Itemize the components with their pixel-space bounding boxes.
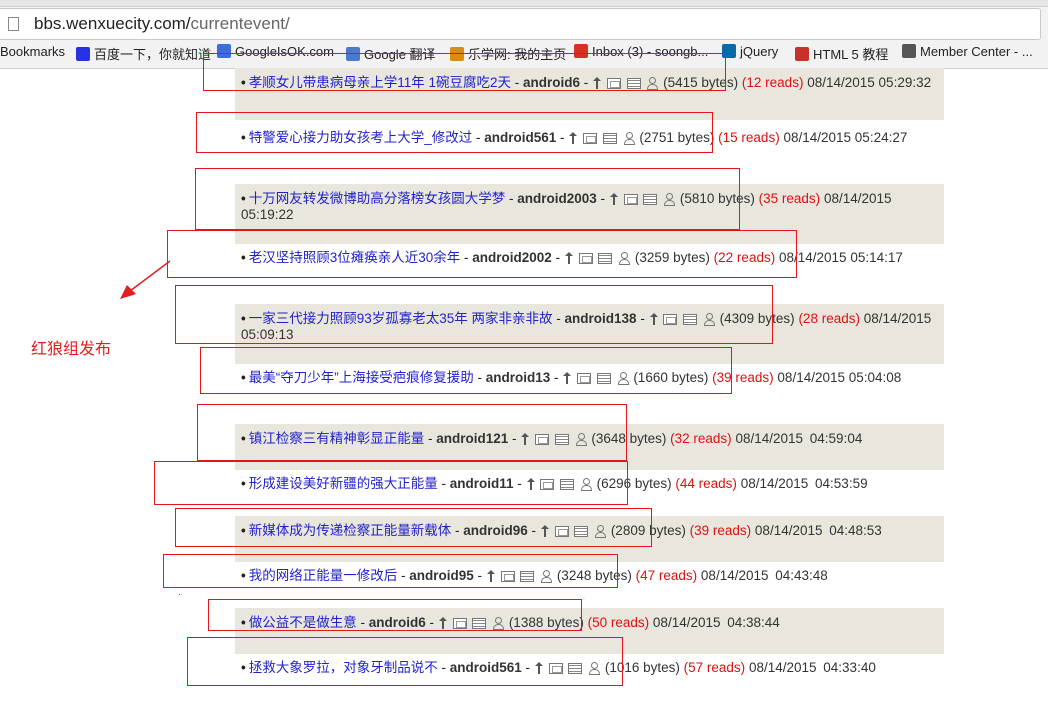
annotation-box bbox=[175, 508, 652, 547]
post-time: 05:14:17 bbox=[850, 250, 903, 265]
post-date: 08/14/2015 bbox=[700, 568, 769, 583]
annotation-box bbox=[196, 112, 713, 153]
annotation-box bbox=[200, 347, 732, 394]
annotation-box bbox=[187, 637, 623, 686]
bookmark-label: jQuery bbox=[740, 44, 779, 59]
stray-mark bbox=[179, 594, 180, 595]
post-date: 08/14/2015 bbox=[807, 75, 875, 90]
post-date: 08/14/2015 bbox=[652, 615, 721, 630]
apple-icon bbox=[902, 44, 916, 58]
post-time: 05:24:27 bbox=[854, 130, 908, 145]
post-time: 04:59:04 bbox=[809, 431, 863, 446]
bookmark-item[interactable]: jQuery bbox=[722, 44, 778, 59]
url-host: bbs.wenxuecity.com/ bbox=[34, 14, 191, 33]
bookmark-item[interactable]: 百度一下，你就知道 bbox=[76, 44, 211, 63]
post-reads: (12 reads) bbox=[741, 75, 804, 90]
bookmark-item[interactable]: Member Center - ... bbox=[902, 44, 1033, 59]
post-list: • 孝顺女儿带患病母亲上学11年 1碗豆腐吃2天 - android6 - (54… bbox=[0, 53, 1048, 701]
annotation-arrow-icon bbox=[120, 260, 171, 299]
url-path: currentevent/ bbox=[190, 14, 290, 33]
annotation-box bbox=[167, 230, 797, 278]
bookmark-item[interactable]: Bookmarks bbox=[0, 44, 65, 59]
post-reads: (50 reads) bbox=[587, 615, 650, 630]
post-reads: (44 reads) bbox=[675, 476, 737, 491]
post-date: 08/14/2015 bbox=[754, 523, 823, 538]
annotation-box bbox=[163, 554, 618, 588]
w3school-icon bbox=[795, 47, 809, 61]
post-date: 08/14/2015 bbox=[740, 476, 809, 491]
post-date: 08/14/2015 bbox=[735, 431, 804, 446]
post-time: 05:29:32 bbox=[878, 75, 932, 90]
bookmark-label: 百度一下，你就知道 bbox=[94, 47, 212, 62]
post-date: 08/14/2015 bbox=[777, 370, 845, 385]
post-reads: (57 reads) bbox=[683, 660, 746, 675]
post-time: 04:53:59 bbox=[815, 476, 868, 491]
annotation-box bbox=[195, 168, 740, 230]
annotation-label: 红狼组发布 bbox=[31, 339, 112, 358]
post-reads: (28 reads) bbox=[798, 311, 860, 326]
post-date: 08/14/2015 bbox=[748, 660, 817, 675]
bookmark-item[interactable]: HTML 5 教程 bbox=[795, 44, 888, 63]
post-reads: (39 reads) bbox=[689, 523, 752, 538]
address-bar[interactable]: bbs.wenxuecity.com/currentevent/ bbox=[0, 8, 1041, 40]
post-date: 08/14/2015 bbox=[823, 191, 892, 206]
annotation-box bbox=[154, 461, 628, 505]
post-time: 04:48:53 bbox=[829, 523, 882, 538]
post-date: 08/14/2015 bbox=[863, 311, 932, 326]
post-reads: (35 reads) bbox=[758, 191, 821, 206]
post-reads: (15 reads) bbox=[718, 130, 780, 145]
post-time: 04:43:48 bbox=[775, 568, 828, 583]
tab-strip bbox=[0, 0, 1048, 7]
annotation-box bbox=[208, 599, 582, 631]
bookmark-label: Member Center - ... bbox=[920, 44, 1033, 59]
baidu-paw-icon bbox=[76, 47, 90, 61]
post-time: 04:33:40 bbox=[823, 660, 876, 675]
annotation-box bbox=[175, 285, 773, 344]
post-reads: (47 reads) bbox=[635, 568, 698, 583]
bookmark-label: Bookmarks bbox=[0, 44, 66, 59]
page-icon bbox=[8, 17, 19, 31]
bookmark-label: HTML 5 教程 bbox=[813, 47, 889, 62]
url-text[interactable]: bbs.wenxuecity.com/currentevent/ bbox=[34, 14, 290, 34]
post-time: 05:04:08 bbox=[848, 370, 902, 385]
post-reads: (32 reads) bbox=[670, 431, 732, 446]
post-time: 04:38:44 bbox=[727, 615, 780, 630]
annotation-box bbox=[203, 53, 726, 91]
post-date: 08/14/2015 bbox=[783, 130, 852, 145]
annotation-box bbox=[197, 404, 627, 461]
